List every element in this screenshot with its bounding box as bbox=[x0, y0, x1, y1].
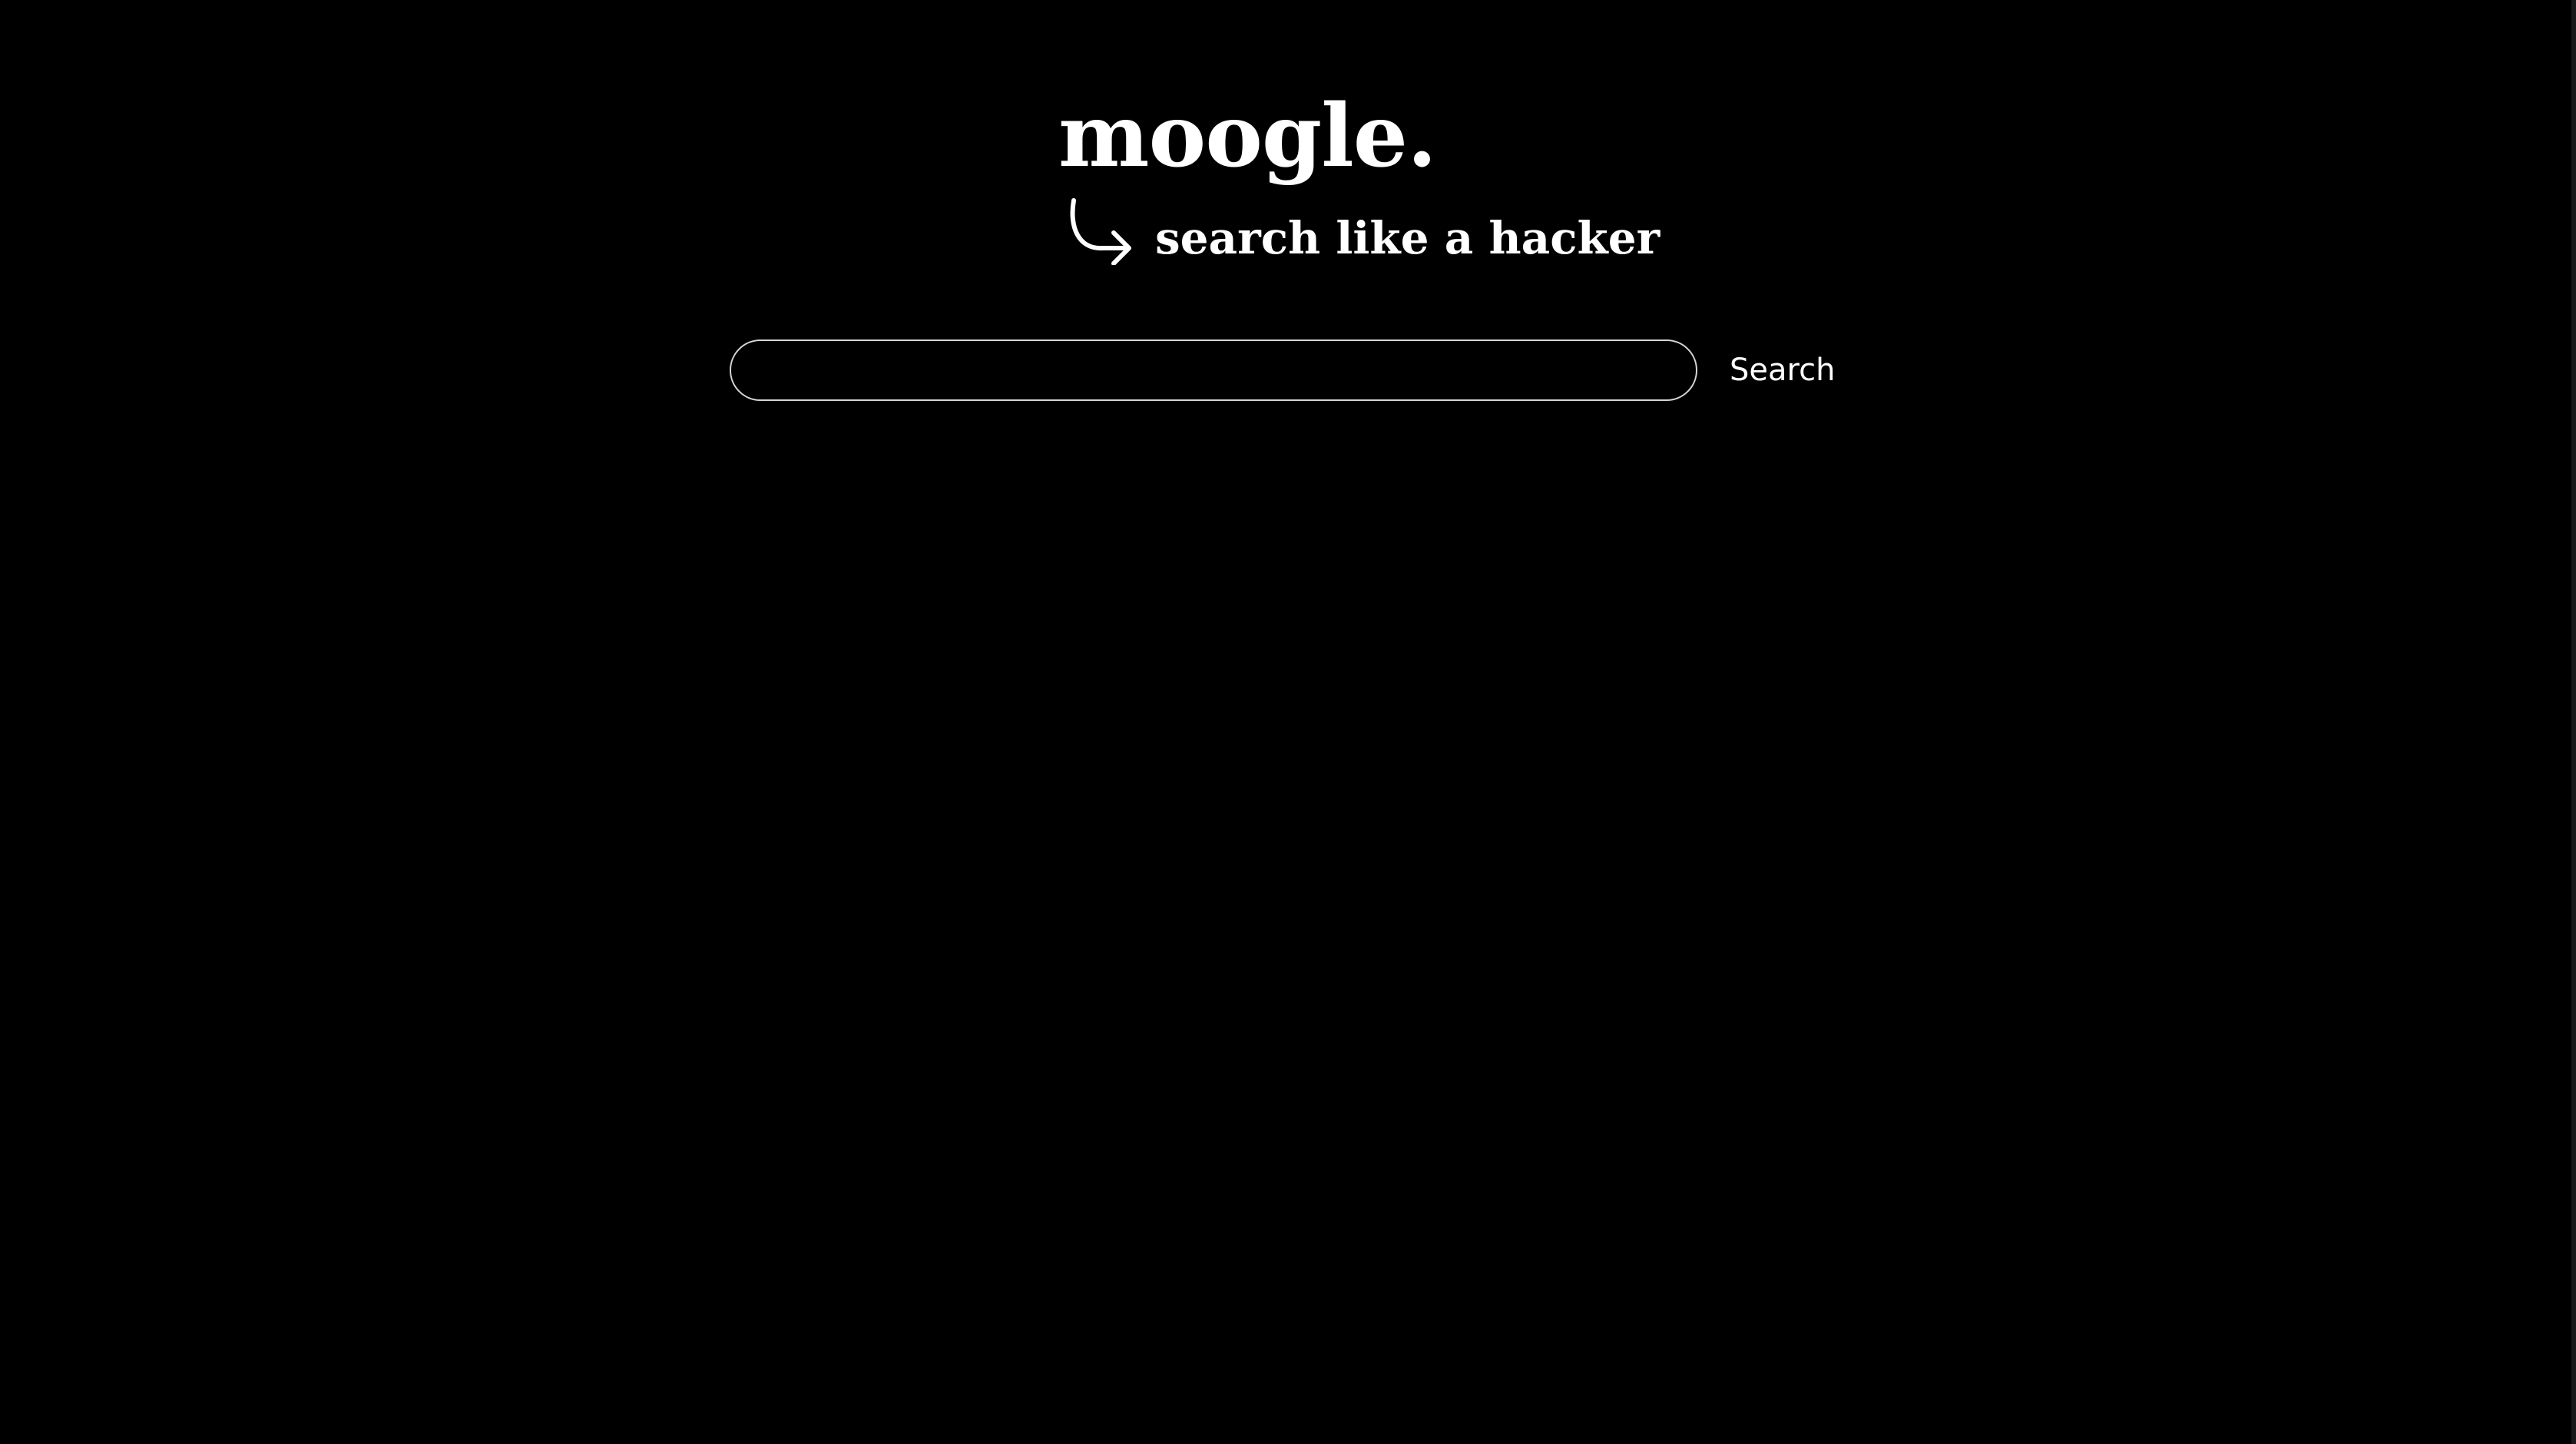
search-form: Search bbox=[730, 339, 1841, 401]
tagline-text: search like a hacker bbox=[1155, 212, 1660, 264]
tagline-row: search like a hacker bbox=[1065, 192, 1660, 269]
search-input[interactable] bbox=[730, 339, 1697, 401]
curved-arrow-right-icon bbox=[1070, 198, 1131, 265]
logo-text: moogle. bbox=[1058, 86, 1437, 187]
search-button[interactable]: Search bbox=[1723, 346, 1841, 394]
window-edge bbox=[2571, 0, 2576, 1444]
